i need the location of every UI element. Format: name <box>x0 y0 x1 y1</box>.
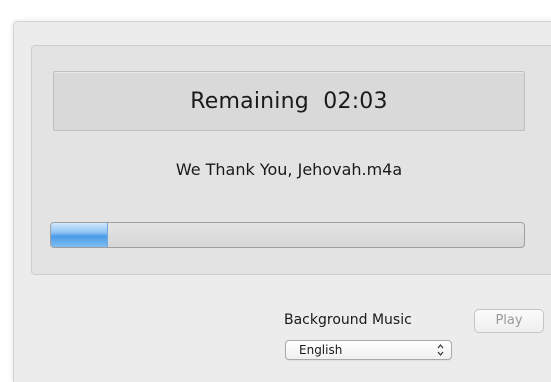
updown-arrows-icon <box>437 343 444 357</box>
progress-fill <box>51 223 108 247</box>
remaining-text: Remaining 02:03 <box>190 89 387 114</box>
progress-bar <box>50 222 525 248</box>
background-music-label: Background Music <box>284 312 412 328</box>
track-name: We Thank You, Jehovah.m4a <box>175 160 403 179</box>
remaining-label: Remaining <box>190 88 309 114</box>
language-select-value: English <box>299 343 343 357</box>
remaining-display: Remaining 02:03 <box>53 71 525 131</box>
remaining-time: 02:03 <box>323 88 388 114</box>
play-button[interactable]: Play <box>474 309 544 333</box>
language-select[interactable]: English <box>285 340 452 360</box>
